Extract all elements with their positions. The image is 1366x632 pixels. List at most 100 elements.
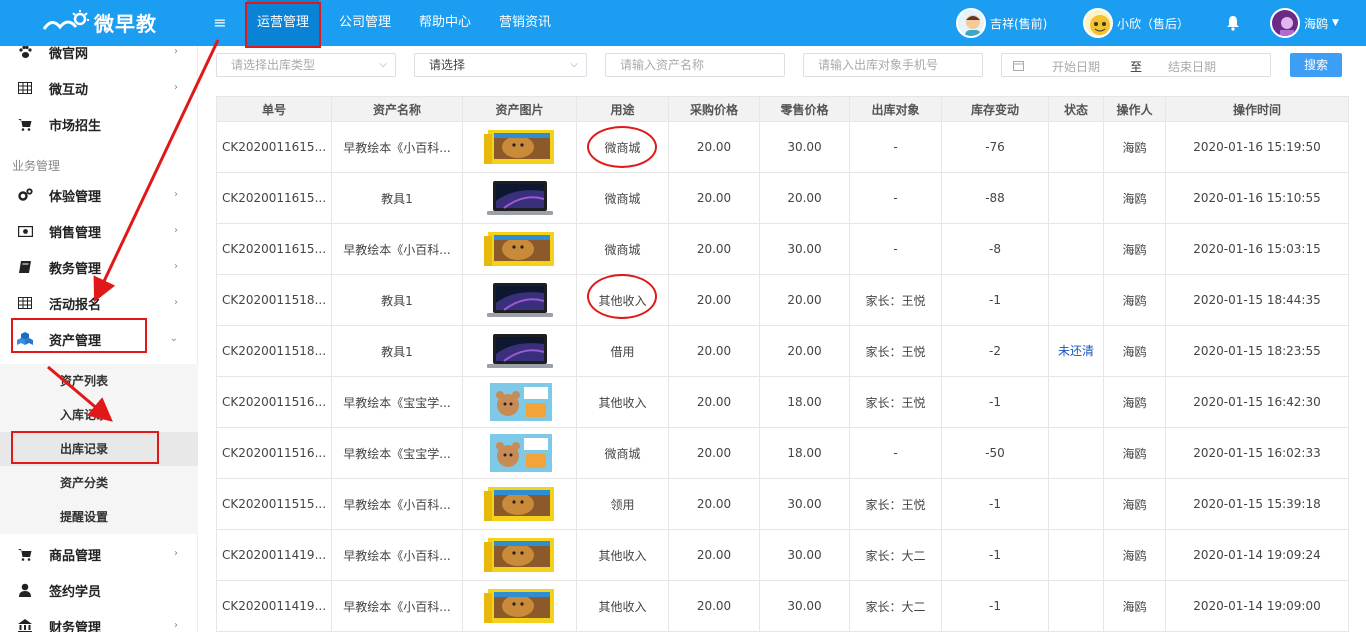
purchase-price-cell: 20.00 <box>668 325 760 377</box>
sidebar-item-sales[interactable]: 销售管理 › <box>0 213 198 249</box>
brand-name: 微早教 <box>94 11 157 36</box>
avatar <box>1083 8 1113 38</box>
asset-image-cell[interactable] <box>462 223 577 275</box>
user-icon <box>17 583 33 597</box>
out-target-cell: 家长：王悦 <box>849 478 942 530</box>
usage-cell: 其他收入 <box>576 580 669 632</box>
asset-image-cell[interactable] <box>462 529 577 581</box>
column-header: 资产图片 <box>462 96 577 122</box>
asset-thumbnail[interactable] <box>484 383 556 421</box>
sidebar-item-academic[interactable]: 教务管理 › <box>0 249 198 285</box>
asset-thumbnail[interactable] <box>483 230 556 268</box>
asset-thumbnail[interactable] <box>484 179 556 217</box>
end-date-input[interactable]: 结束日期 <box>1168 58 1216 75</box>
cart-icon <box>17 547 33 561</box>
sidebar-item-events[interactable]: 活动报名 › <box>0 285 198 321</box>
operation-time-cell: 2020-01-16 15:19:50 <box>1165 121 1349 173</box>
presales-name: 吉祥(售前) <box>990 16 1048 31</box>
column-header: 单号 <box>216 96 332 122</box>
out-type-placeholder: 请选择出库类型 <box>231 58 316 72</box>
stock-change-cell: -1 <box>941 274 1049 326</box>
asset-thumbnail[interactable] <box>484 332 556 370</box>
chevron-right-icon: › <box>174 225 178 236</box>
sidebar-item-products[interactable]: 商品管理 › <box>0 536 198 572</box>
aftersales-contact[interactable]: 小欣（售后） <box>1083 7 1189 39</box>
usage-cell: 借用 <box>576 325 669 377</box>
chevron-right-icon: › <box>174 189 178 200</box>
purchase-price-cell: 20.00 <box>668 529 760 581</box>
tab-marketing[interactable]: 营销资讯 <box>499 0 551 46</box>
asset-thumbnail[interactable] <box>483 536 556 574</box>
operator-cell: 海鸥 <box>1103 478 1166 530</box>
category-select[interactable]: 请选择 ⌵ <box>414 53 587 77</box>
asset-image-cell[interactable] <box>462 172 577 224</box>
order-no-cell: CK2020011615... <box>216 121 332 173</box>
search-button[interactable]: 搜索 <box>1290 53 1342 77</box>
stock-change-cell: -2 <box>941 325 1049 377</box>
annotation-box <box>11 318 147 353</box>
usage-cell: 微商城 <box>576 223 669 275</box>
sidebar-item-recruitment[interactable]: 市场招生 <box>0 106 198 142</box>
asset-thumbnail[interactable] <box>483 587 556 625</box>
start-date-input[interactable]: 开始日期 <box>1052 58 1100 75</box>
chevron-right-icon: › <box>174 620 178 631</box>
asset-name-cell: 早教绘本《宝宝学... <box>331 427 463 479</box>
asset-thumbnail[interactable] <box>484 281 556 319</box>
phone-input[interactable]: 请输入出库对象手机号 <box>803 53 983 77</box>
column-header: 资产名称 <box>331 96 463 122</box>
phone-placeholder: 请输入出库对象手机号 <box>818 58 939 72</box>
asset-image-cell[interactable] <box>462 427 577 479</box>
operator-cell: 海鸥 <box>1103 274 1166 326</box>
menu-toggle-icon[interactable]: ≡ <box>209 12 231 34</box>
tab-help[interactable]: 帮助中心 <box>419 0 471 46</box>
operation-time-cell: 2020-01-16 15:10:55 <box>1165 172 1349 224</box>
out-type-select[interactable]: 请选择出库类型 ⌵ <box>216 53 396 77</box>
order-no-cell: CK2020011518... <box>216 274 332 326</box>
sidebar-item-finance[interactable]: 财务管理 › <box>0 608 198 632</box>
sidebar-item-label: 活动报名 <box>49 297 102 313</box>
asset-image-cell[interactable] <box>462 376 577 428</box>
usage-cell: 微商城 <box>576 427 669 479</box>
sidebar-group-label: 业务管理 <box>12 159 61 173</box>
table-header-row: 单号 资产名称 资产图片 用途 采购价格 零售价格 出库对象 库存变动 状态 操作人 操作时间 <box>216 96 1349 122</box>
sidebar-item-interaction[interactable]: 微互动 › <box>0 70 198 106</box>
usage-cell: 其他收入 <box>576 529 669 581</box>
purchase-price-cell: 20.00 <box>668 478 760 530</box>
retail-price-cell: 30.00 <box>759 121 850 173</box>
status-cell[interactable]: 未还清 <box>1048 325 1104 377</box>
asset-image-cell[interactable] <box>462 478 577 530</box>
asset-image-cell[interactable] <box>462 121 577 173</box>
status-link[interactable]: 未还清 <box>1050 341 1103 361</box>
asset-thumbnail[interactable] <box>484 434 556 472</box>
submenu-asset-category[interactable]: 资产分类 <box>0 466 198 500</box>
sidebar-item-website[interactable]: 微官网 › <box>0 34 198 70</box>
submenu-asset-list[interactable]: 资产列表 <box>0 364 198 398</box>
retail-price-cell: 20.00 <box>759 172 850 224</box>
bell-icon[interactable] <box>1225 15 1241 31</box>
sidebar-item-students[interactable]: 签约学员 <box>0 572 198 608</box>
asset-name-placeholder: 请输入资产名称 <box>620 58 705 72</box>
top-bar: 微早教 ≡ 运营管理 公司管理 帮助中心 营销资讯 吉祥(售前) 小欣（售后） <box>0 0 1366 46</box>
asset-thumbnail[interactable] <box>483 128 556 166</box>
retail-price-cell: 18.00 <box>759 427 850 479</box>
asset-image-cell[interactable] <box>462 274 577 326</box>
submenu-reminder-settings[interactable]: 提醒设置 <box>0 500 198 534</box>
date-separator: 至 <box>1130 60 1143 74</box>
asset-image-cell[interactable] <box>462 325 577 377</box>
retail-price-cell: 20.00 <box>759 325 850 377</box>
current-user-menu[interactable]: 海鸥 ▼ <box>1270 7 1339 39</box>
stock-change-cell: -1 <box>941 580 1049 632</box>
order-no-cell: CK2020011516... <box>216 427 332 479</box>
operator-cell: 海鸥 <box>1103 223 1166 275</box>
asset-name-input[interactable]: 请输入资产名称 <box>605 53 785 77</box>
date-range-picker[interactable]: 开始日期 至 结束日期 <box>1001 53 1271 77</box>
tab-company[interactable]: 公司管理 <box>339 0 391 46</box>
sidebar-item-trial[interactable]: 体验管理 › <box>0 177 198 213</box>
presales-contact[interactable]: 吉祥(售前) <box>956 7 1047 39</box>
asset-image-cell[interactable] <box>462 580 577 632</box>
submenu-stock-in[interactable]: 入库记录 <box>0 398 198 432</box>
asset-thumbnail[interactable] <box>483 485 556 523</box>
avatar <box>1270 8 1300 38</box>
asset-name-cell: 教具1 <box>331 172 463 224</box>
sidebar-item-label: 体验管理 <box>49 189 102 205</box>
